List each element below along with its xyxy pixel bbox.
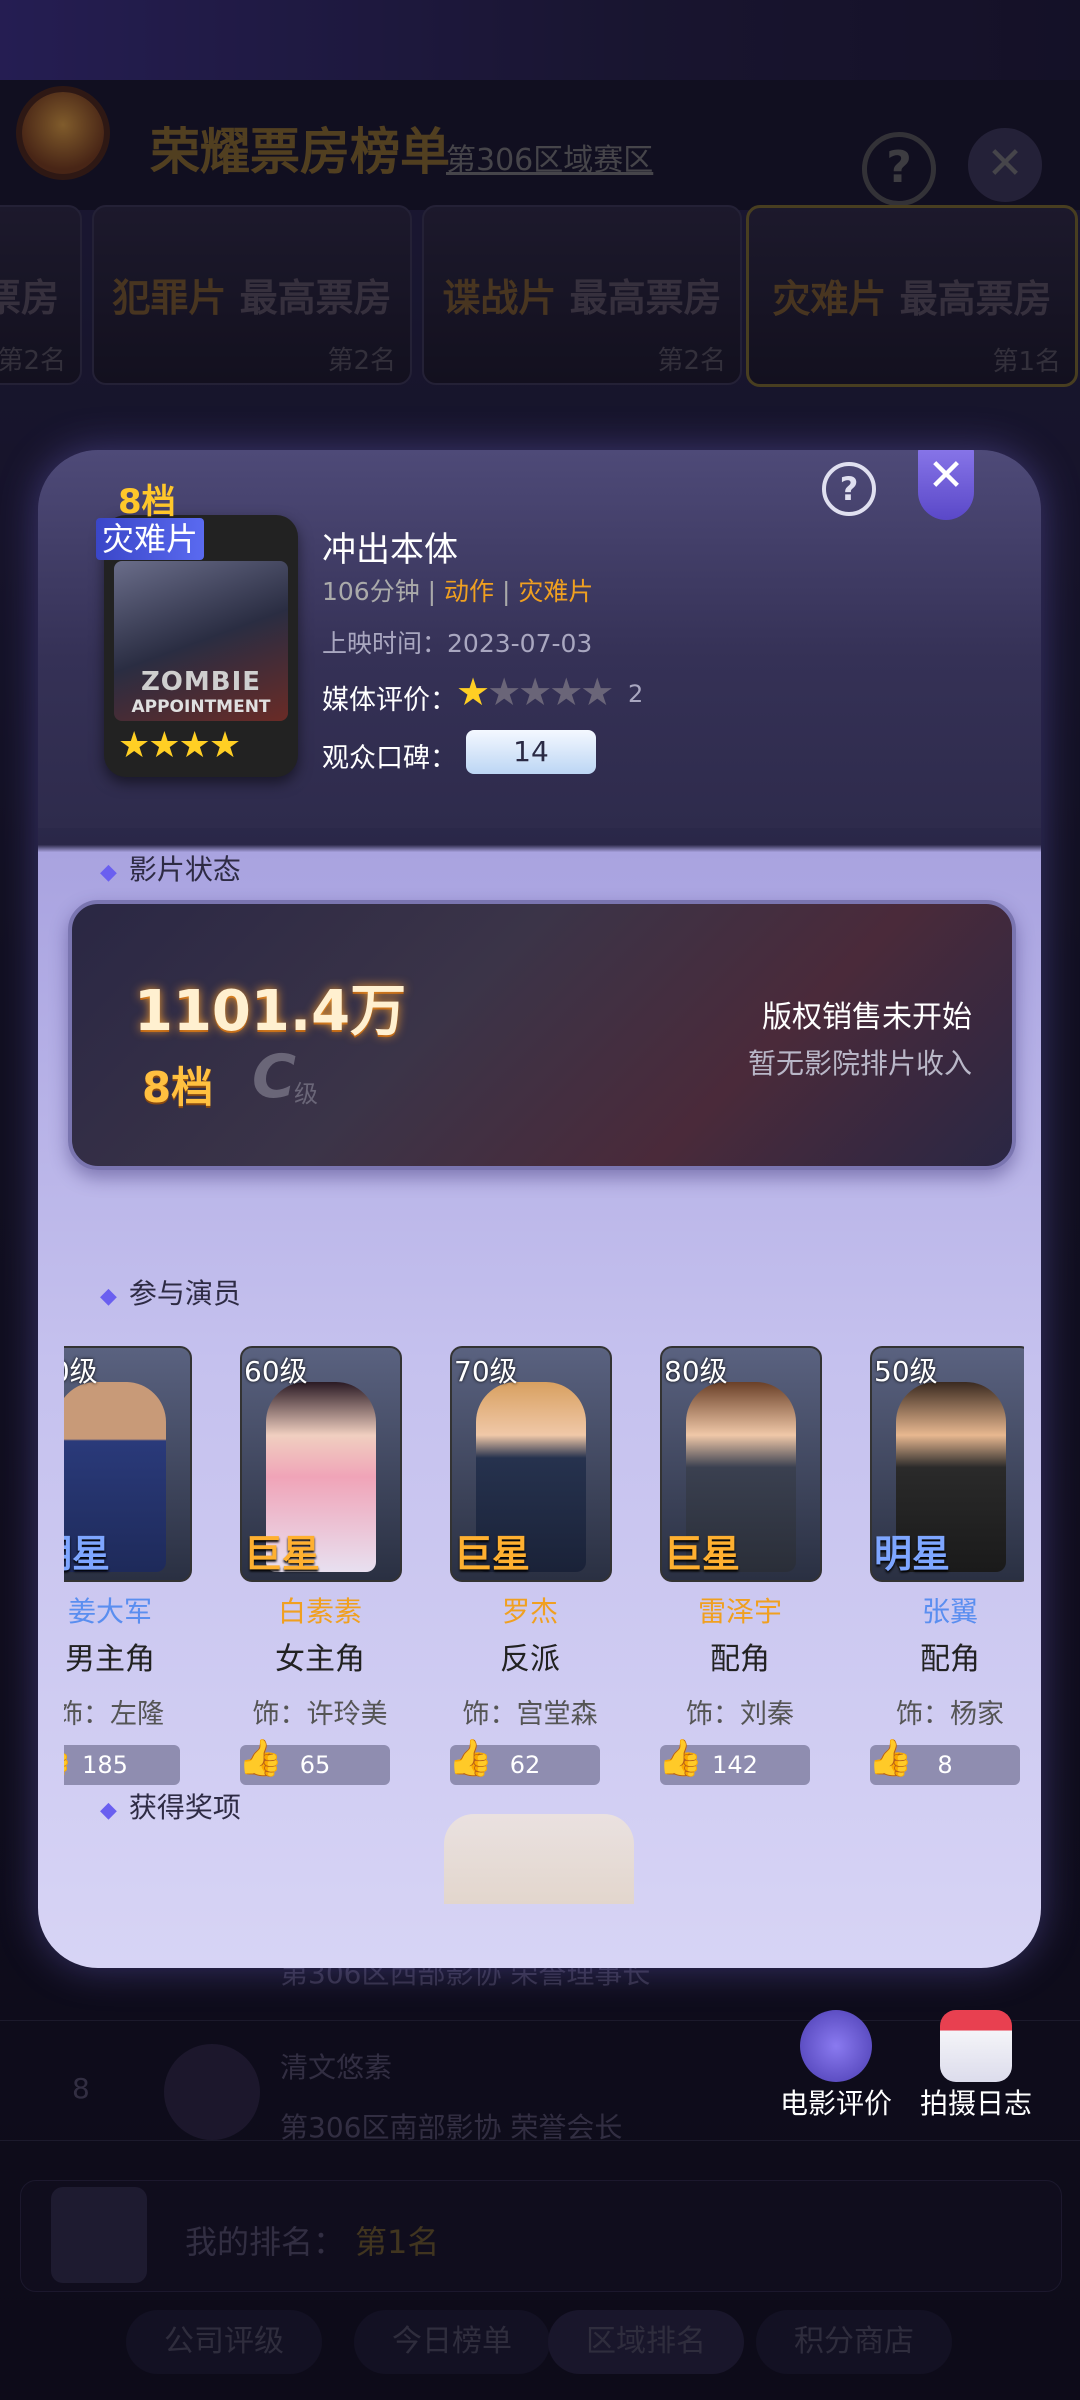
thumbs-up-icon: 👍 xyxy=(64,1739,73,1779)
section-title-awards: ◆ 获得奖项 xyxy=(100,1791,241,1824)
thumbs-up-icon: 👍 xyxy=(238,1738,283,1779)
actor-card[interactable]: 50级 明星 张翼 配角 饰：杨家 👍 8 xyxy=(868,1346,1024,1785)
diamond-icon: ◆ xyxy=(100,1798,117,1823)
actor-card[interactable]: 80级 巨星 雷泽宇 配角 饰：刘秦 👍 142 xyxy=(658,1346,822,1785)
thumbs-up-icon: 👍 xyxy=(658,1738,703,1779)
actor-card[interactable]: 60级 巨星 白素素 女主角 饰：许玲美 👍 65 xyxy=(238,1346,402,1785)
actor-card[interactable]: 70级 巨星 罗杰 反派 饰：宫堂森 👍 62 xyxy=(448,1346,612,1785)
like-button[interactable]: 👍 142 xyxy=(658,1739,810,1785)
like-button[interactable]: 👍 62 xyxy=(448,1739,600,1785)
movie-detail-modal: ZOMBIE APPOINTMENT ★★★★ 8档 灾难片 冲出本体 106分… xyxy=(38,450,1041,1968)
actor-card[interactable]: 70级 明星 姜大军 男主角 饰：左隆 👍185 xyxy=(64,1346,192,1785)
like-button[interactable]: 👍 65 xyxy=(238,1739,390,1785)
thumbs-up-icon: 👍 xyxy=(448,1738,493,1779)
movie-review-button[interactable]: 电影评价 xyxy=(776,2010,896,2122)
like-button[interactable]: 👍 8 xyxy=(868,1739,1020,1785)
thumbs-up-icon: 👍 xyxy=(868,1738,913,1779)
calendar-icon xyxy=(940,2010,1012,2082)
review-icon xyxy=(800,2010,872,2082)
trophy-icon xyxy=(444,1814,634,1904)
shooting-diary-button[interactable]: 拍摄日志 xyxy=(916,2010,1036,2122)
like-button[interactable]: 👍185 xyxy=(64,1739,180,1785)
cast-scroll[interactable]: 70级 明星 姜大军 男主角 饰：左隆 👍185 60级 巨星 白素素 女主角 … xyxy=(64,450,1024,1968)
